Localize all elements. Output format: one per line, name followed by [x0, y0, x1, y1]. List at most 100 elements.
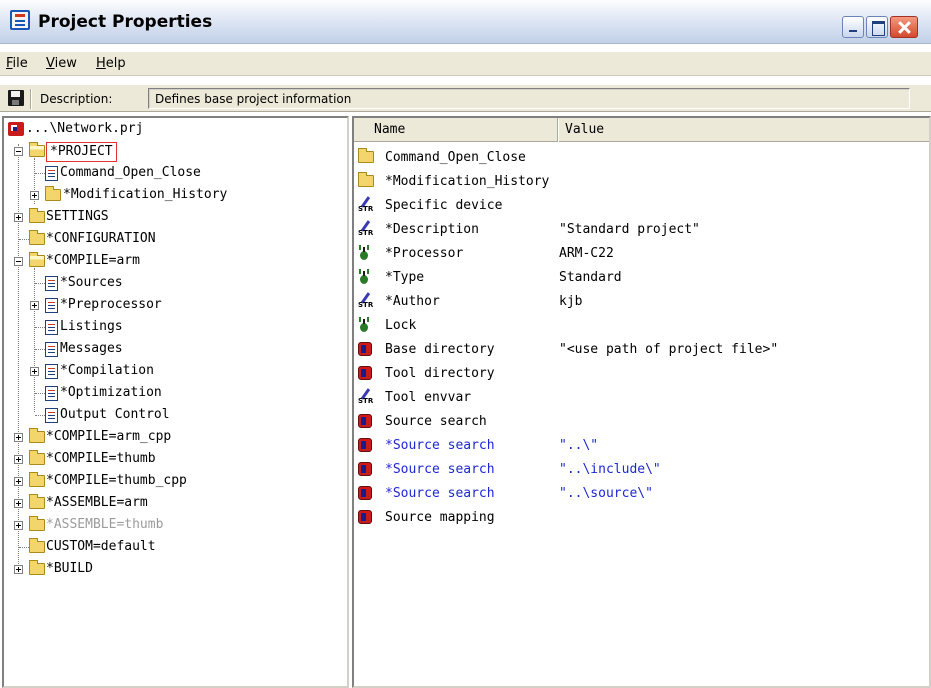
folder-icon [29, 208, 45, 223]
collapse-icon[interactable] [14, 257, 23, 266]
menu-file[interactable]: File [6, 56, 28, 71]
folder-icon [29, 428, 45, 443]
list-row[interactable]: *Modification_History [354, 170, 929, 194]
list-row[interactable]: Specific device [354, 194, 929, 218]
expand-icon[interactable] [14, 565, 23, 574]
list-row[interactable]: *Source search "..\source\" [354, 482, 929, 506]
tree-item-compile-thumb-cpp[interactable]: *COMPILE=thumb_cpp [4, 470, 344, 492]
tree-item-settings[interactable]: SETTINGS [4, 206, 344, 228]
string-icon [358, 292, 374, 310]
tree-line [35, 283, 45, 284]
properties-list[interactable]: Name Value Command_Open_Close *Modificat… [352, 116, 931, 688]
list-row[interactable]: Lock [354, 314, 929, 338]
list-row[interactable]: *Source search "..\include\" [354, 458, 929, 482]
toolbar-separator [30, 89, 32, 109]
tree-item-custom-default[interactable]: CUSTOM=default [4, 536, 344, 558]
list-row[interactable]: *Processor ARM-C22 [354, 242, 929, 266]
tree-item-label: *Sources [60, 275, 123, 290]
database-icon [358, 366, 372, 380]
tree-item-output-control[interactable]: Output Control [4, 404, 344, 426]
description-field: Defines base project information [148, 88, 910, 109]
tree-item-compile-arm-cpp[interactable]: *COMPILE=arm_cpp [4, 426, 344, 448]
folder-icon [29, 230, 45, 245]
tree-item-build[interactable]: *BUILD [4, 558, 344, 580]
row-name: Tool directory [385, 366, 495, 381]
expand-icon[interactable] [14, 477, 23, 486]
database-icon [358, 438, 372, 452]
list-row[interactable]: Command_Open_Close [354, 146, 929, 170]
expand-icon[interactable] [14, 499, 23, 508]
menu-view[interactable]: View [46, 56, 77, 71]
tree-item-optimization[interactable]: *Optimization [4, 382, 344, 404]
list-row[interactable]: Source mapping [354, 506, 929, 530]
tree-item-preprocessor[interactable]: *Preprocessor [4, 294, 344, 316]
expand-icon[interactable] [30, 367, 39, 376]
tree-item-assemble-arm[interactable]: *ASSEMBLE=arm [4, 492, 344, 514]
row-name: Command_Open_Close [385, 150, 526, 165]
tree-item-listings[interactable]: Listings [4, 316, 344, 338]
column-header-name[interactable]: Name [354, 118, 558, 142]
list-row[interactable]: *Author kjb [354, 290, 929, 314]
tree-line [19, 547, 29, 548]
row-name: *Processor [385, 246, 464, 261]
collapse-icon[interactable] [14, 147, 23, 156]
maximize-button[interactable] [866, 16, 888, 38]
tree-item-compilation[interactable]: *Compilation [4, 360, 344, 382]
list-row[interactable]: Tool envvar [354, 386, 929, 410]
row-name: Tool envvar [385, 390, 472, 405]
tree-item-assemble-thumb[interactable]: *ASSEMBLE=thumb [4, 514, 344, 536]
tree-item-label: *ASSEMBLE=arm [46, 495, 148, 510]
row-name: Specific device [385, 198, 503, 213]
tree-item-modification-history[interactable]: *Modification_History [4, 184, 344, 206]
menu-help[interactable]: Help [96, 56, 126, 71]
row-value: ARM-C22 [559, 246, 614, 261]
expand-icon[interactable] [30, 301, 39, 310]
folder-icon [29, 494, 45, 509]
tree-item-sources[interactable]: *Sources [4, 272, 344, 294]
column-header-value[interactable]: Value [559, 118, 929, 142]
expand-icon[interactable] [30, 191, 39, 200]
row-name: Lock [385, 318, 417, 333]
expand-icon[interactable] [14, 213, 23, 222]
expand-icon[interactable] [14, 521, 23, 530]
minimize-button[interactable] [842, 16, 864, 38]
tree-item-command-open-close[interactable]: Command_Open_Close [4, 162, 344, 184]
expand-icon[interactable] [14, 455, 23, 464]
row-value: "<use path of project file>" [559, 342, 779, 357]
title-bar[interactable]: Project Properties [0, 0, 931, 44]
tree-item-project[interactable]: *PROJECT [4, 140, 344, 162]
close-button[interactable] [890, 16, 918, 38]
folder-icon [29, 560, 45, 575]
tree-item-label: *Preprocessor [60, 297, 162, 312]
list-row[interactable]: *Source search "..\" [354, 434, 929, 458]
document-icon [45, 364, 58, 379]
database-icon [358, 414, 372, 428]
tree-item-messages[interactable]: Messages [4, 338, 344, 360]
list-row[interactable]: *Type Standard [354, 266, 929, 290]
tree-item-label: *Optimization [60, 385, 162, 400]
folder-icon [29, 450, 45, 465]
expand-icon[interactable] [14, 433, 23, 442]
tree-item-configuration[interactable]: *CONFIGURATION [4, 228, 344, 250]
list-row[interactable]: Source search [354, 410, 929, 434]
bug-icon [358, 317, 370, 333]
list-row[interactable]: Base directory "<use path of project fil… [354, 338, 929, 362]
tree-item-compile-arm[interactable]: *COMPILE=arm [4, 250, 344, 272]
bug-icon [358, 269, 370, 285]
tree-item-label: *COMPILE=thumb_cpp [46, 473, 187, 488]
list-row[interactable]: Tool directory [354, 362, 929, 386]
string-icon [358, 388, 374, 406]
database-icon [358, 462, 372, 476]
document-icon [45, 408, 58, 423]
document-icon [45, 166, 58, 181]
document-icon [45, 276, 58, 291]
row-name: *Author [385, 294, 440, 309]
tree-item-label: Listings [60, 319, 123, 334]
list-row[interactable]: *Description "Standard project" [354, 218, 929, 242]
window-title: Project Properties [38, 12, 213, 32]
project-tree[interactable]: ...\Network.prj *PROJECT Command_Open_Cl… [2, 116, 349, 688]
tree-item-compile-thumb[interactable]: *COMPILE=thumb [4, 448, 344, 470]
bug-icon [358, 245, 370, 261]
save-icon[interactable] [8, 90, 24, 106]
document-icon [45, 320, 58, 335]
